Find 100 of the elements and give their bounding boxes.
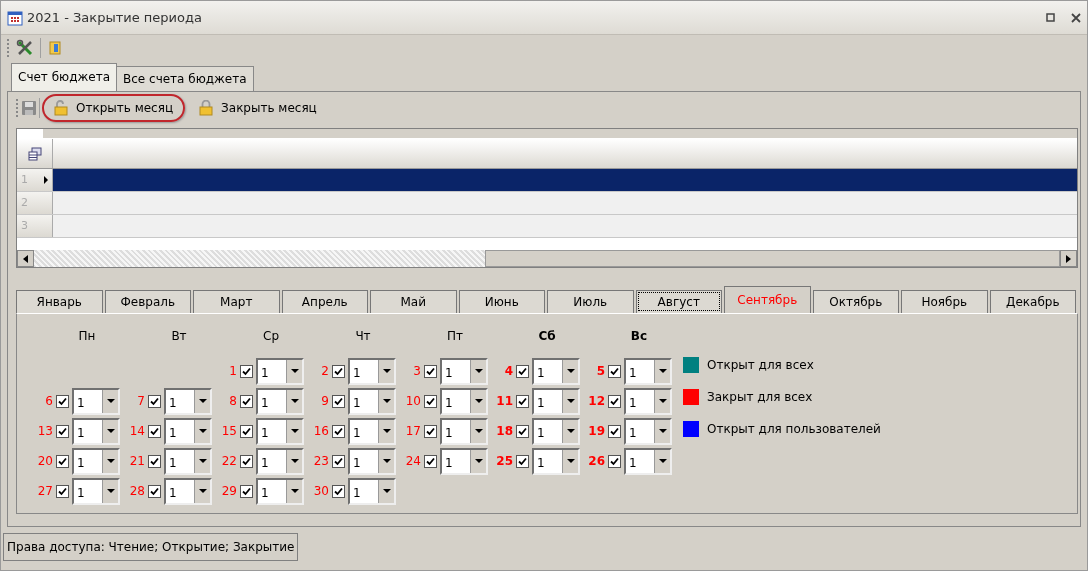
close-month-button[interactable]: Закрыть месяц [187, 94, 329, 122]
dropdown-arrow-icon[interactable] [106, 399, 115, 403]
dropdown[interactable]: 1 [72, 477, 120, 505]
month-tab[interactable]: Август [635, 290, 722, 313]
close-icon[interactable] [1071, 12, 1081, 23]
dropdown-arrow-icon[interactable] [382, 369, 391, 373]
checkbox[interactable] [332, 364, 345, 378]
dropdown-arrow-icon[interactable] [290, 459, 299, 463]
dropdown[interactable]: 1 [256, 477, 304, 505]
dropdown[interactable]: 1 [440, 357, 488, 385]
month-tab[interactable]: Октябрь [812, 290, 899, 313]
save-icon[interactable] [21, 100, 37, 116]
month-tab[interactable]: Ноябрь [901, 290, 988, 313]
checkbox[interactable] [608, 394, 621, 408]
checkbox[interactable] [240, 454, 253, 468]
dropdown[interactable]: 1 [440, 417, 488, 445]
tools-icon[interactable] [16, 39, 34, 57]
dropdown-arrow-icon[interactable] [290, 399, 299, 403]
checkbox[interactable] [608, 364, 621, 378]
dropdown[interactable]: 1 [164, 417, 212, 445]
dropdown[interactable]: 1 [256, 447, 304, 475]
month-tab[interactable]: Апрель [281, 290, 368, 313]
dropdown-arrow-icon[interactable] [658, 369, 667, 373]
dropdown[interactable]: 1 [256, 387, 304, 415]
month-tab[interactable]: Июнь [458, 290, 545, 313]
dropdown[interactable]: 1 [624, 417, 672, 445]
checkbox[interactable] [148, 484, 161, 498]
month-tab[interactable]: Февраль [104, 290, 191, 313]
dropdown-arrow-icon[interactable] [474, 429, 483, 433]
scroll-right-icon[interactable] [1065, 254, 1072, 263]
dropdown-arrow-icon[interactable] [198, 489, 207, 493]
dropdown-arrow-icon[interactable] [290, 429, 299, 433]
checkbox[interactable] [240, 484, 253, 498]
checkbox[interactable] [516, 454, 529, 468]
dropdown-arrow-icon[interactable] [566, 369, 575, 373]
dropdown-arrow-icon[interactable] [198, 459, 207, 463]
dropdown-arrow-icon[interactable] [106, 489, 115, 493]
dropdown[interactable]: 1 [348, 447, 396, 475]
dropdown[interactable]: 1 [348, 387, 396, 415]
checkbox[interactable] [332, 484, 345, 498]
dropdown[interactable]: 1 [532, 357, 580, 385]
checkbox[interactable] [56, 484, 69, 498]
checkbox[interactable] [56, 394, 69, 408]
dropdown[interactable]: 1 [532, 447, 580, 475]
scroll-thumb[interactable] [485, 250, 1060, 267]
column-chooser-icon[interactable] [26, 145, 43, 162]
scroll-left-icon[interactable] [22, 254, 29, 263]
dropdown[interactable]: 1 [348, 417, 396, 445]
tab[interactable]: Счет бюджета [11, 63, 117, 91]
dropdown[interactable]: 1 [624, 387, 672, 415]
checkbox[interactable] [332, 394, 345, 408]
dropdown-arrow-icon[interactable] [290, 489, 299, 493]
dropdown[interactable]: 1 [164, 447, 212, 475]
dropdown-arrow-icon[interactable] [658, 399, 667, 403]
checkbox[interactable] [424, 424, 437, 438]
month-tab[interactable]: Март [193, 290, 280, 313]
dropdown-arrow-icon[interactable] [658, 459, 667, 463]
month-tab[interactable]: Декабрь [989, 290, 1076, 313]
dropdown-arrow-icon[interactable] [106, 459, 115, 463]
checkbox[interactable] [332, 424, 345, 438]
checkbox[interactable] [148, 424, 161, 438]
dropdown-arrow-icon[interactable] [566, 399, 575, 403]
dropdown[interactable]: 1 [440, 387, 488, 415]
dropdown[interactable]: 1 [164, 387, 212, 415]
checkbox[interactable] [608, 424, 621, 438]
checkbox[interactable] [332, 454, 345, 468]
dropdown-arrow-icon[interactable] [566, 429, 575, 433]
checkbox[interactable] [240, 394, 253, 408]
dropdown-arrow-icon[interactable] [198, 429, 207, 433]
dropdown[interactable]: 1 [532, 387, 580, 415]
checkbox[interactable] [148, 394, 161, 408]
dropdown-arrow-icon[interactable] [658, 429, 667, 433]
dropdown-arrow-icon[interactable] [382, 459, 391, 463]
dropdown[interactable]: 1 [164, 477, 212, 505]
dropdown[interactable]: 1 [624, 447, 672, 475]
checkbox[interactable] [240, 424, 253, 438]
open-month-button[interactable]: Открыть месяц [42, 94, 186, 122]
door-icon[interactable] [47, 40, 63, 56]
dropdown[interactable]: 1 [256, 357, 304, 385]
checkbox[interactable] [516, 364, 529, 378]
month-tab[interactable]: Январь [16, 290, 103, 313]
dropdown[interactable]: 1 [532, 417, 580, 445]
checkbox[interactable] [148, 454, 161, 468]
checkbox[interactable] [56, 424, 69, 438]
restore-icon[interactable] [1046, 13, 1055, 22]
month-tab[interactable]: Май [370, 290, 457, 313]
dropdown-arrow-icon[interactable] [382, 429, 391, 433]
dropdown[interactable]: 1 [348, 477, 396, 505]
dropdown-arrow-icon[interactable] [474, 459, 483, 463]
dropdown-arrow-icon[interactable] [474, 399, 483, 403]
checkbox[interactable] [424, 454, 437, 468]
dropdown[interactable]: 1 [348, 357, 396, 385]
month-tab[interactable]: Июль [547, 290, 634, 313]
dropdown[interactable]: 1 [440, 447, 488, 475]
checkbox[interactable] [424, 394, 437, 408]
dropdown[interactable]: 1 [72, 387, 120, 415]
checkbox[interactable] [516, 424, 529, 438]
tab[interactable]: Все счета бюджета [116, 66, 254, 91]
dropdown-arrow-icon[interactable] [382, 399, 391, 403]
dropdown[interactable]: 1 [72, 447, 120, 475]
